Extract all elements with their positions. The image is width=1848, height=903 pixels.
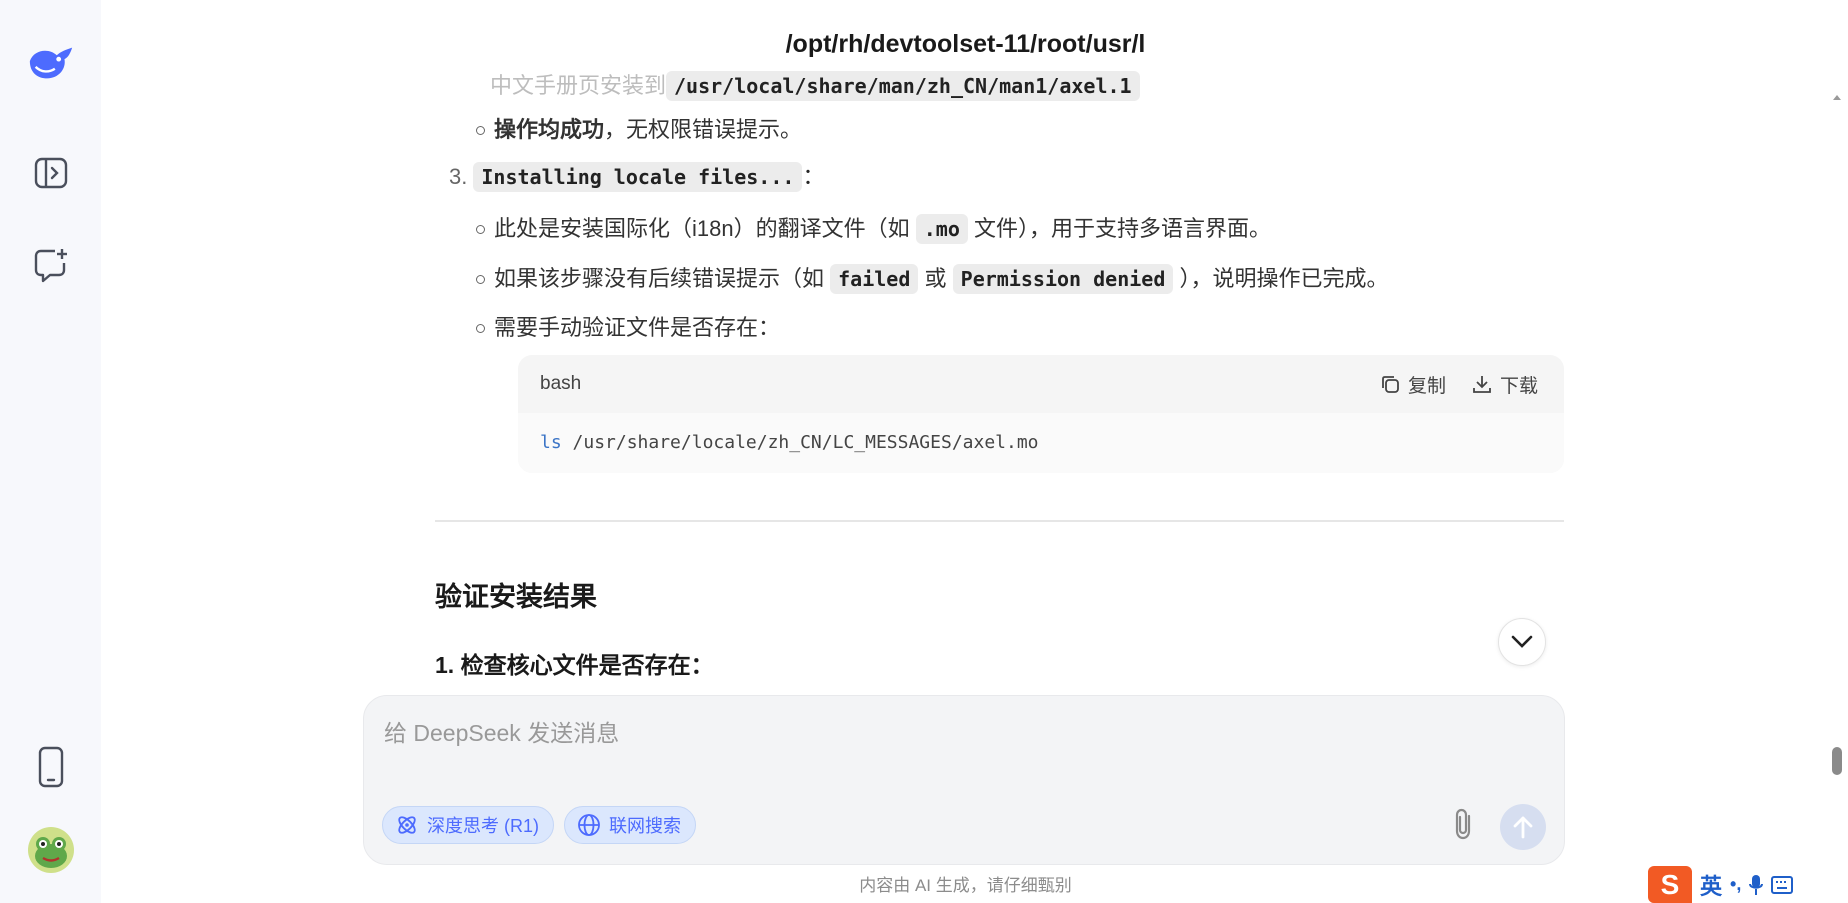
text: 此处是安装国际化（i18n）的翻译文件（如 (494, 216, 910, 241)
download-button[interactable]: 下载 (1472, 371, 1538, 398)
text: 如果该步骤没有后续错误提示（如 (494, 266, 825, 291)
download-icon (1473, 376, 1491, 393)
attach-button[interactable] (1444, 804, 1484, 844)
inline-code: Installing locale files... (473, 162, 803, 192)
message-input[interactable] (384, 714, 1534, 774)
deepseek-logo-icon[interactable] (26, 38, 76, 88)
message-composer: 深度思考 (R1) 联网搜索 (363, 695, 1565, 865)
scroll-up-arrow-icon[interactable] (1833, 95, 1841, 100)
text: 或 (924, 266, 947, 291)
bold-text: 操作均成功 (494, 117, 605, 142)
new-chat-icon[interactable] (26, 240, 76, 290)
ime-language[interactable]: 英 (1700, 869, 1722, 901)
text: 需要手动验证文件是否存在： (494, 315, 781, 340)
web-search-toggle[interactable]: 联网搜索 (564, 806, 696, 844)
faded-code: /usr/local/share/man/zh_CN/man1/axel.1 (666, 71, 1140, 101)
web-search-label: 联网搜索 (609, 816, 681, 836)
download-label: 下载 (1499, 375, 1538, 397)
numbered-item-3: 3. Installing locale files...： (449, 160, 824, 194)
inline-code: failed (830, 264, 919, 294)
sidebar (0, 0, 101, 903)
text: ，无权限错误提示。 (604, 117, 803, 142)
code-language: bash (540, 373, 582, 394)
chevron-down-icon (1511, 635, 1533, 648)
code-content: ls /usr/share/locale/zh_CN/LC_MESSAGES/a… (518, 413, 1564, 473)
ime-toolbar[interactable]: S 英 •, (1648, 866, 1848, 903)
section-heading: 验证安装结果 (435, 582, 597, 612)
sidebar-toggle-icon[interactable] (26, 148, 76, 198)
paperclip-icon (1455, 808, 1471, 840)
send-arrow-icon (1513, 816, 1533, 839)
faded-list-item: 中文手册页安装到/usr/local/share/man/zh_CN/man1/… (490, 68, 1140, 101)
text: 文件），用于支持多语言界面。 (973, 216, 1271, 241)
microphone-icon[interactable] (1749, 874, 1764, 896)
page-title: /opt/rh/devtoolset-11/root/usr/l (785, 30, 1146, 58)
list-item: 如果该步骤没有后续错误提示（如 failed 或 Permission deni… (476, 262, 1389, 296)
ai-disclaimer: 内容由 AI 生成，请仔细甄别 (859, 876, 1072, 895)
scroll-to-bottom-button[interactable] (1498, 618, 1546, 666)
code-command: ls (540, 432, 562, 453)
send-button[interactable] (1500, 804, 1546, 850)
list-item: 需要手动验证文件是否存在： (475, 311, 781, 345)
list-item: 此处是安装国际化（i18n）的翻译文件（如 .mo 文件），用于支持多语言界面。 (476, 212, 1271, 246)
deep-think-label: 深度思考 (R1) (427, 816, 539, 836)
avatar[interactable] (26, 825, 76, 875)
code-block: bash 复制 下载 ls /usr/share/locale/zh_CN/LC… (518, 355, 1564, 473)
sub-heading: 1. 检查核心文件是否存在： (435, 652, 714, 678)
inline-code: Permission denied (952, 264, 1174, 294)
item-number: 3. (449, 164, 468, 189)
deep-think-toggle[interactable]: 深度思考 (R1) (382, 806, 554, 844)
inline-code: .mo (915, 214, 968, 244)
divider (435, 520, 1564, 522)
copy-button[interactable]: 复制 (1380, 371, 1446, 398)
globe-icon (578, 814, 600, 836)
faded-text: 中文手册页安装到 (490, 73, 667, 98)
atom-icon (398, 816, 416, 834)
keyboard-icon[interactable] (1771, 875, 1794, 894)
code-block-header: bash 复制 下载 (518, 355, 1564, 413)
list-item: 操作均成功，无权限错误提示。 (475, 113, 803, 147)
copy-label: 复制 (1407, 375, 1446, 397)
mobile-icon[interactable] (26, 742, 76, 792)
scroll-thumb[interactable] (1832, 747, 1842, 775)
text: ： (802, 164, 825, 189)
ime-logo-icon: S (1648, 866, 1692, 903)
ime-punct[interactable]: •, (1730, 874, 1741, 895)
copy-icon (1382, 376, 1399, 393)
code-args: /usr/share/locale/zh_CN/LC_MESSAGES/axel… (561, 432, 1039, 453)
scrollbar[interactable] (1830, 90, 1844, 903)
text: ），说明操作已完成。 (1179, 266, 1389, 291)
